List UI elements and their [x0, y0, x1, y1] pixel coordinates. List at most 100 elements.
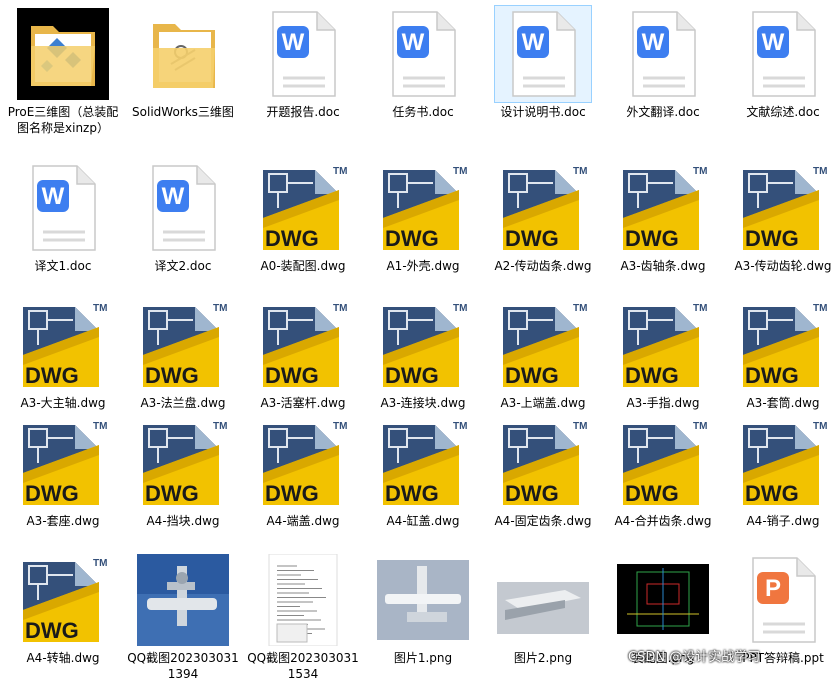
image-thumbnail-icon — [375, 552, 471, 648]
svg-text:TM: TM — [453, 166, 467, 177]
svg-text:TM: TM — [573, 421, 587, 432]
svg-text:TM: TM — [693, 166, 707, 177]
svg-text:TM: TM — [813, 303, 827, 314]
file-name: A3-套筒.dwg — [746, 396, 820, 410]
dwg-file-icon: DWG TM — [135, 415, 231, 511]
word-doc-icon: W — [135, 160, 231, 256]
svg-text:DWG: DWG — [385, 363, 439, 388]
folder-icon — [135, 6, 231, 102]
ppt-icon: P — [735, 552, 831, 648]
svg-text:DWG: DWG — [745, 481, 799, 506]
file-name: A1-外壳.dwg — [386, 259, 460, 273]
file-item[interactable]: W 文献综述.doc — [723, 6, 838, 120]
svg-text:TM: TM — [333, 166, 347, 177]
file-item[interactable]: SolidWorks三维图 — [123, 6, 243, 120]
file-item[interactable]: DWG TM A4-销子.dwg — [723, 415, 838, 529]
file-item[interactable]: DWG TM A4-固定齿条.dwg — [483, 415, 603, 529]
svg-text:TM: TM — [573, 166, 587, 177]
svg-text:TM: TM — [333, 303, 347, 314]
file-name: A4-销子.dwg — [746, 514, 820, 528]
dwg-file-icon: DWG TM — [735, 160, 831, 256]
file-name: A4-挡块.dwg — [146, 514, 220, 528]
file-name: A3-大主轴.dwg — [20, 396, 106, 410]
file-item[interactable]: W 译文1.doc — [3, 160, 123, 274]
file-item[interactable]: DWG TM A3-齿轴条.dwg — [603, 160, 723, 274]
file-name: 图片2.png — [513, 651, 573, 665]
file-item[interactable]: W 译文2.doc — [123, 160, 243, 274]
svg-text:DWG: DWG — [505, 226, 559, 251]
file-name: A3-活塞杆.dwg — [260, 396, 346, 410]
file-item[interactable]: DWG TM A3-套筒.dwg — [723, 297, 838, 411]
dwg-file-icon: DWG TM — [375, 160, 471, 256]
file-item[interactable]: DWG TM A4-转轴.dwg — [3, 552, 123, 666]
svg-text:W: W — [762, 29, 785, 56]
file-item[interactable]: DWG TM A3-大主轴.dwg — [3, 297, 123, 411]
svg-text:DWG: DWG — [145, 481, 199, 506]
file-item[interactable]: DWG TM A3-手指.dwg — [603, 297, 723, 411]
file-name: A2-传动齿条.dwg — [494, 259, 592, 273]
file-item[interactable]: DWG TM A4-缸盖.dwg — [363, 415, 483, 529]
dwg-file-icon: DWG TM — [255, 297, 351, 393]
file-name: 图片1.png — [393, 651, 453, 665]
file-item[interactable]: DWG TM A3-连接块.dwg — [363, 297, 483, 411]
dwg-file-icon: DWG TM — [15, 415, 111, 511]
file-name: ProE三维图（总装配图名称是xinzp） — [7, 105, 119, 135]
file-name: 设计说明书.doc — [500, 105, 586, 119]
file-item[interactable]: QQ截图2023030311394 — [123, 552, 243, 678]
svg-text:W: W — [522, 29, 545, 56]
svg-text:DWG: DWG — [745, 363, 799, 388]
file-name: A3-传动齿轮.dwg — [734, 259, 832, 273]
file-name: 译文1.doc — [34, 259, 92, 273]
file-name: A3-法兰盘.dwg — [140, 396, 226, 410]
file-item[interactable]: DWG TM A3-活塞杆.dwg — [243, 297, 363, 411]
file-item[interactable]: ProE三维图（总装配图名称是xinzp） — [3, 6, 123, 136]
dwg-file-icon: DWG TM — [15, 297, 111, 393]
svg-text:DWG: DWG — [385, 226, 439, 251]
dwg-file-icon: DWG TM — [615, 297, 711, 393]
dwg-file-icon: DWG TM — [495, 160, 591, 256]
file-item[interactable]: QQ截图2023030311534 — [243, 552, 363, 678]
file-item[interactable]: DWG TM A0-装配图.dwg — [243, 160, 363, 274]
svg-text:DWG: DWG — [385, 481, 439, 506]
image-thumbnail-icon — [255, 552, 351, 648]
file-item[interactable]: DWG TM A3-上端盖.dwg — [483, 297, 603, 411]
dwg-file-icon: DWG TM — [615, 415, 711, 511]
svg-text:W: W — [642, 29, 665, 56]
file-name: 译文2.doc — [154, 259, 212, 273]
svg-text:TM: TM — [813, 421, 827, 432]
file-item[interactable]: DWG TM A4-合并齿条.dwg — [603, 415, 723, 529]
file-item[interactable]: 图片2.png — [483, 552, 603, 666]
svg-text:TM: TM — [693, 421, 707, 432]
dwg-file-icon: DWG TM — [735, 415, 831, 511]
file-explorer-view: ProE三维图（总装配图名称是xinzp） SolidWorks三维图 W 开题… — [0, 0, 838, 678]
file-item[interactable]: 图片1.png — [363, 552, 483, 666]
file-name: 任务书.doc — [392, 105, 454, 119]
svg-text:TM: TM — [453, 421, 467, 432]
dwg-file-icon: DWG TM — [255, 160, 351, 256]
svg-text:DWG: DWG — [25, 481, 79, 506]
file-name: A3-齿轴条.dwg — [620, 259, 706, 273]
file-name: 外文翻译.doc — [626, 105, 700, 119]
svg-text:DWG: DWG — [625, 481, 679, 506]
file-name: A4-缸盖.dwg — [386, 514, 460, 528]
file-item[interactable]: W 开题报告.doc — [243, 6, 363, 120]
file-item[interactable]: DWG TM A4-挡块.dwg — [123, 415, 243, 529]
word-doc-icon: W — [15, 160, 111, 256]
file-item[interactable]: W 外文翻译.doc — [603, 6, 723, 120]
svg-text:DWG: DWG — [745, 226, 799, 251]
svg-text:DWG: DWG — [25, 363, 79, 388]
file-item[interactable]: DWG TM A1-外壳.dwg — [363, 160, 483, 274]
file-item[interactable]: DWG TM A3-法兰盘.dwg — [123, 297, 243, 411]
word-doc-icon: W — [375, 6, 471, 102]
file-item[interactable]: W 任务书.doc — [363, 6, 483, 120]
file-item[interactable]: DWG TM A4-端盖.dwg — [243, 415, 363, 529]
file-item[interactable]: DWG TM A2-传动齿条.dwg — [483, 160, 603, 274]
file-item[interactable]: DWG TM A3-传动齿轮.dwg — [723, 160, 838, 274]
file-item[interactable]: W 设计说明书.doc — [483, 5, 603, 120]
svg-text:TM: TM — [693, 303, 707, 314]
file-name: QQ截图2023030311534 — [247, 651, 359, 678]
svg-text:TM: TM — [213, 303, 227, 314]
image-thumbnail-icon — [135, 552, 231, 648]
file-item[interactable]: DWG TM A3-套座.dwg — [3, 415, 123, 529]
file-name: A0-装配图.dwg — [260, 259, 346, 273]
